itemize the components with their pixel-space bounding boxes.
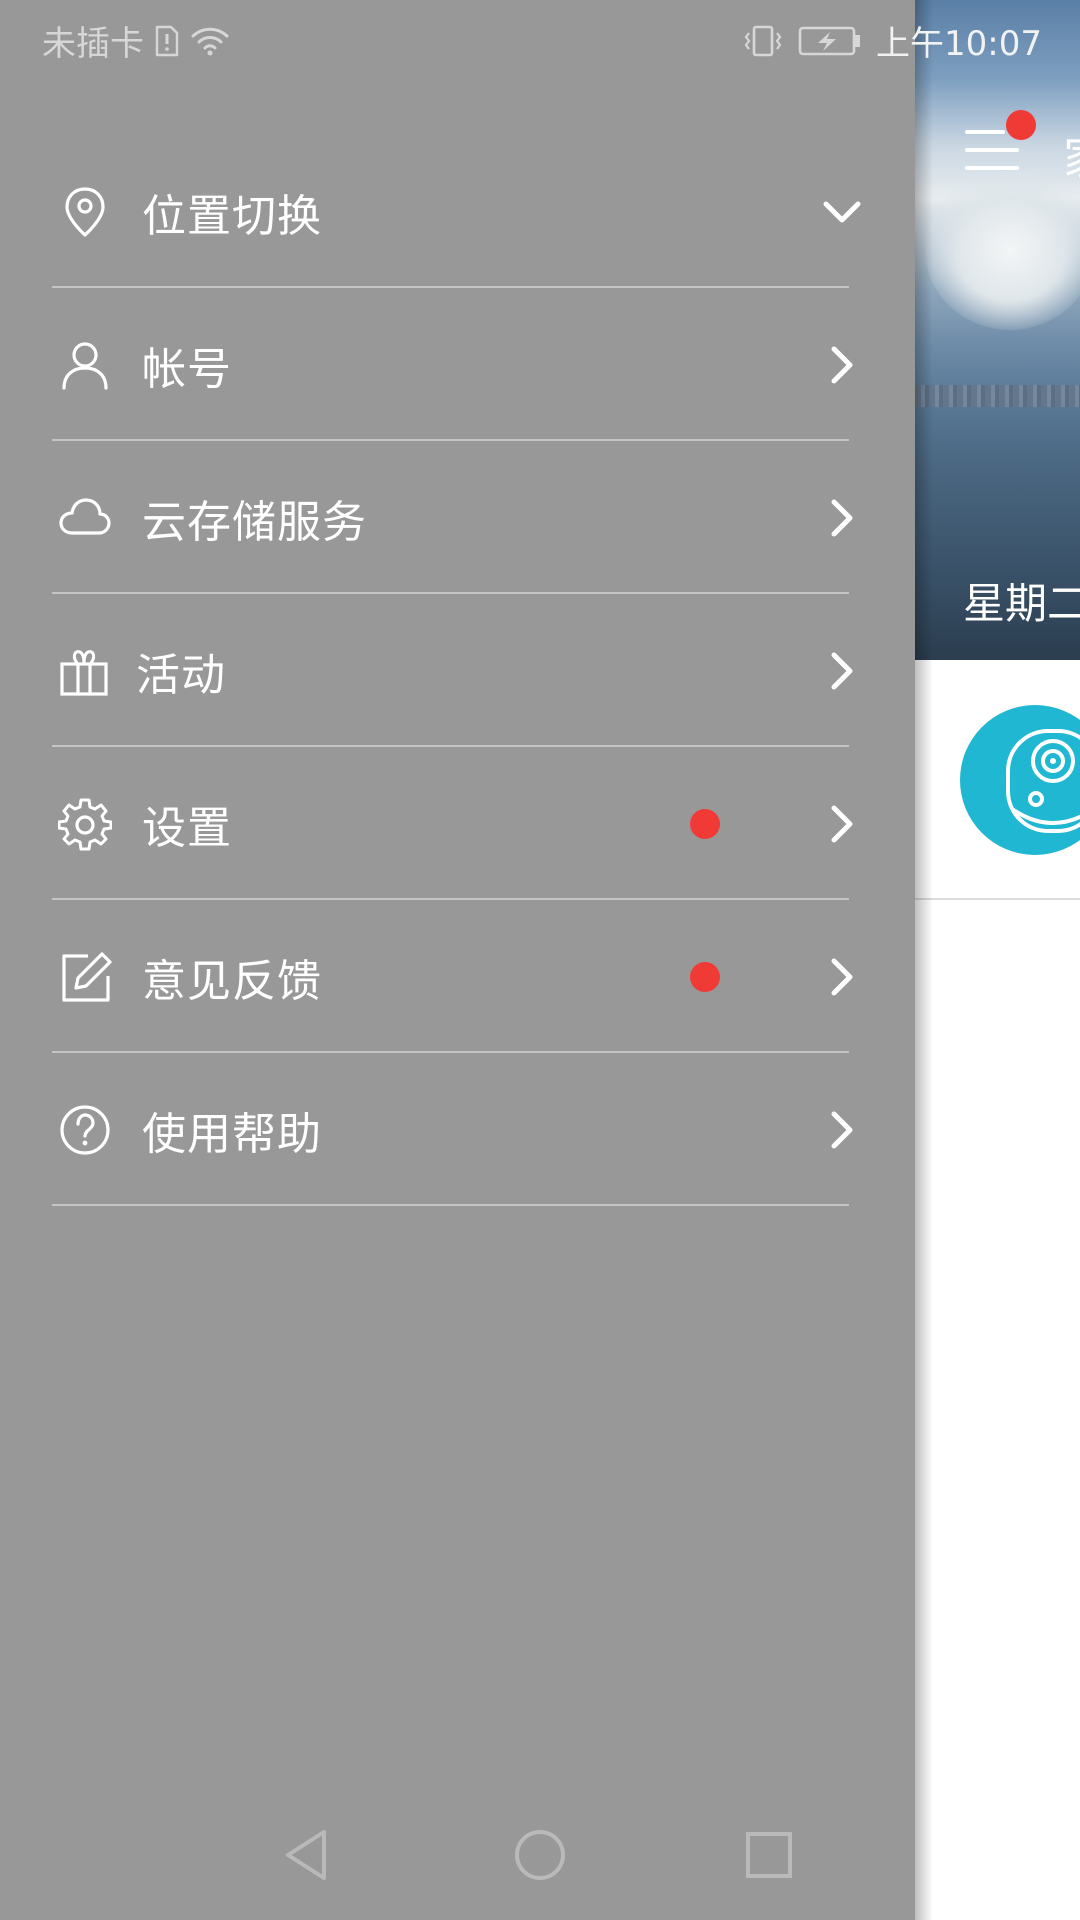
settings-badge-dot [690, 808, 720, 839]
menu-item-account[interactable]: 帐号 [0, 288, 915, 441]
help-icon [60, 1104, 110, 1155]
screen: 家 星期二 位置切换 [0, 0, 1080, 1920]
menu-item-cloud-storage[interactable]: 云存储服务 [0, 441, 915, 594]
menu-item-feedback[interactable]: 意见反馈 [0, 900, 915, 1053]
status-right: 上午10:07 [742, 16, 1042, 65]
feedback-badge-dot [690, 961, 720, 992]
menu-label-feedback: 意见反馈 [142, 955, 322, 1007]
chevron-right-icon [831, 346, 853, 383]
wifi-icon [191, 27, 229, 55]
cloud-icon [59, 497, 111, 535]
user-icon [62, 341, 108, 390]
menu-label-cloud-storage: 云存储服务 [142, 496, 367, 548]
background-title: 家 [1063, 122, 1080, 188]
menu-label-location-switch: 位置切换 [142, 190, 322, 242]
chevron-right-icon [831, 1111, 853, 1148]
status-bar: 未插卡 上午10:07 [0, 0, 1080, 76]
menu-item-help[interactable]: 使用帮助 [0, 1053, 915, 1206]
clock-text: 上午10:07 [876, 24, 1042, 64]
chevron-right-icon [831, 499, 853, 536]
menu-label-activity: 活动 [136, 649, 226, 701]
background-skyline [915, 385, 1080, 407]
system-nav-bar [0, 1790, 915, 1920]
menu-item-location-switch[interactable]: 位置切换 [0, 135, 915, 288]
home-icon[interactable] [505, 1820, 575, 1890]
background-hero-image [915, 0, 1080, 660]
menu-label-help: 使用帮助 [142, 1108, 322, 1160]
background-date: 星期二 [963, 579, 1080, 628]
status-left: 未插卡 [42, 16, 230, 65]
vibrate-icon [744, 25, 782, 56]
background-app: 家 星期二 [915, 0, 1080, 1920]
menu-item-settings[interactable]: 设置 [0, 747, 915, 900]
camera-device-icon[interactable] [960, 705, 1080, 855]
chevron-right-icon [831, 958, 853, 995]
back-icon[interactable] [272, 1820, 342, 1890]
location-pin-icon [65, 186, 105, 237]
sim-card-icon [155, 25, 179, 56]
battery-charging-icon [798, 26, 861, 55]
recents-icon[interactable] [734, 1820, 804, 1890]
menu-item-activity[interactable]: 活动 [0, 594, 915, 747]
menu-divider [52, 1204, 849, 1206]
drawer-shadow [915, 0, 933, 1920]
edit-icon [62, 951, 112, 1002]
chevron-right-icon [831, 805, 853, 842]
background-notification-dot [1006, 110, 1036, 140]
navigation-drawer: 位置切换 帐号 云存储服务 活动 设置 意见反馈 使用帮助 [0, 0, 915, 1920]
menu-label-settings: 设置 [142, 802, 232, 854]
background-divider [915, 898, 1080, 900]
gear-icon [58, 798, 112, 850]
menu-label-account: 帐号 [142, 343, 232, 395]
carrier-text: 未插卡 [42, 24, 144, 64]
gift-icon [60, 649, 108, 696]
chevron-right-icon [831, 652, 853, 689]
chevron-down-icon [823, 201, 861, 222]
